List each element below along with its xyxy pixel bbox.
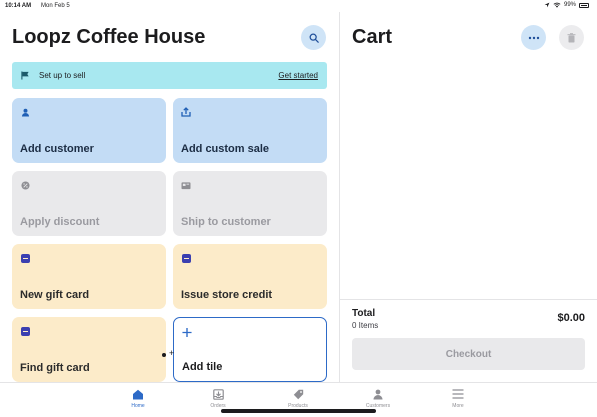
battery-percent: 99%	[563, 2, 576, 8]
status-bar: 10:14 AM Mon Feb 5 99%	[0, 0, 597, 12]
tile-label: Ship to customer	[181, 216, 271, 228]
trash-icon	[567, 32, 576, 42]
tab-orders[interactable]: Orders	[188, 387, 248, 409]
clear-cart-button[interactable]	[559, 25, 584, 50]
cart-divider	[340, 299, 597, 300]
tab-label: Home	[131, 403, 145, 409]
gift-card-icon	[181, 253, 191, 263]
ellipsis-icon	[528, 36, 539, 39]
tab-home[interactable]: Home	[108, 387, 168, 409]
tab-products[interactable]: Products	[268, 387, 328, 409]
tile-issue-store-credit[interactable]: Issue store credit	[173, 244, 327, 309]
tab-label: More	[452, 403, 464, 409]
tile-label: Add custom sale	[181, 143, 270, 155]
tile-add-custom-sale[interactable]: Add custom sale	[173, 98, 327, 163]
tile-label: New gift card	[20, 289, 90, 301]
tile-add-tile[interactable]: Add tile	[173, 317, 327, 382]
tile-label: Add tile	[182, 361, 223, 373]
total-amount: $0.00	[557, 312, 585, 324]
setup-banner: Set up to sell Get started	[12, 62, 327, 89]
tab-customers[interactable]: Customers	[348, 387, 408, 409]
tile-apply-discount[interactable]: Apply discount	[12, 171, 166, 236]
person-icon	[373, 387, 383, 401]
cart-title: Cart	[352, 26, 393, 48]
tile-label: Apply discount	[20, 216, 100, 228]
tile-label: Add customer	[20, 143, 94, 155]
tile-new-gift-card[interactable]: New gift card	[12, 244, 166, 309]
search-button[interactable]	[301, 25, 326, 50]
tile-find-gift-card[interactable]: Find gift card	[12, 317, 166, 382]
more-options-button[interactable]	[521, 25, 546, 50]
drag-plus-icon: +	[169, 348, 175, 358]
checkout-button[interactable]: Checkout	[352, 338, 585, 370]
flag-icon	[21, 71, 29, 80]
get-started-link[interactable]: Get started	[278, 71, 318, 80]
home-indicator	[221, 409, 376, 413]
drag-handle-dot[interactable]	[162, 353, 166, 357]
cart-panel: Cart Total 0 Items $0.00 Checkout	[340, 12, 597, 382]
menu-icon	[452, 387, 464, 401]
status-time: 10:14 AM	[5, 3, 32, 9]
search-icon	[309, 33, 319, 43]
gift-card-icon	[20, 326, 30, 336]
discount-icon	[20, 180, 30, 190]
setup-banner-label: Set up to sell	[39, 71, 86, 80]
wifi-icon	[553, 2, 561, 8]
battery-icon	[579, 2, 589, 8]
tile-ship-to-customer[interactable]: Ship to customer	[173, 171, 327, 236]
shipping-icon	[181, 180, 191, 190]
items-count: 0 Items	[352, 321, 379, 330]
plus-icon	[182, 327, 192, 337]
location-icon	[544, 2, 550, 8]
tile-label: Find gift card	[20, 362, 90, 374]
page-title: Loopz Coffee House	[12, 26, 206, 48]
person-icon	[20, 107, 30, 117]
status-indicators: 99%	[544, 2, 589, 8]
home-icon	[132, 387, 144, 401]
tag-icon	[293, 387, 304, 401]
status-date: Mon Feb 5	[41, 3, 70, 9]
tab-more[interactable]: More	[428, 387, 488, 409]
total-label: Total	[352, 308, 376, 319]
orders-icon	[212, 387, 224, 401]
gift-card-icon	[20, 253, 30, 263]
tile-label: Issue store credit	[181, 289, 273, 301]
tile-add-customer[interactable]: Add customer	[12, 98, 166, 163]
checkout-panel: Loopz Coffee House Set up to sell Get st…	[0, 12, 339, 382]
upload-icon	[181, 107, 191, 117]
